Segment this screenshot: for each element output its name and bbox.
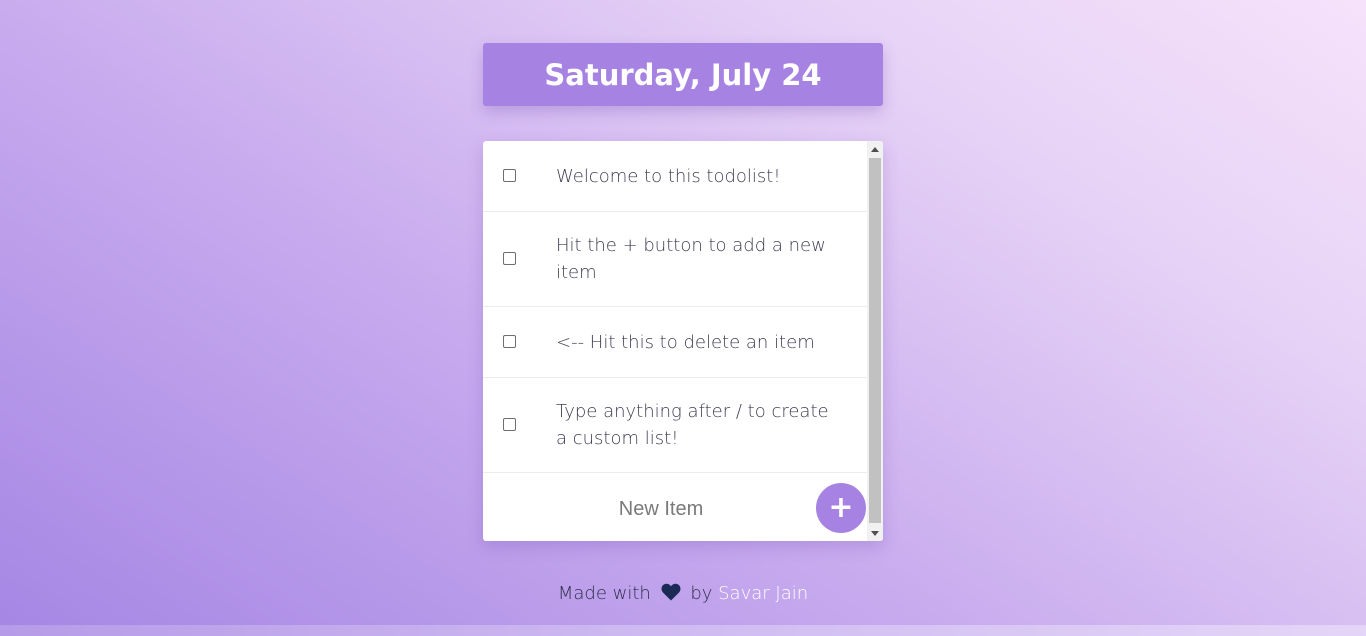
date-header: Saturday, July 24 [483,43,883,106]
scrollbar-thumb[interactable] [869,158,881,523]
new-item-input[interactable] [483,490,839,528]
list-item: <-- Hit this to delete an item [483,307,867,378]
item-checkbox[interactable] [503,335,516,348]
todo-list-panel: Welcome to this todolist! Hit the + butt… [483,141,883,541]
footer-made-with: Made with [557,583,651,604]
footer-by: by [690,583,713,604]
heart-icon [661,583,681,606]
list-item: Type anything after / to create a custom… [483,378,867,473]
footer: Made with by Savar Jain [0,583,1366,606]
item-text: Hit the + button to add a new item [556,235,826,283]
scroll-up-arrow-icon[interactable] [867,141,883,157]
item-text: <-- Hit this to delete an item [556,331,815,353]
new-item-row: + [483,473,867,541]
item-checkbox[interactable] [503,252,516,265]
list-scrollbar[interactable] [867,141,883,541]
item-checkbox[interactable] [503,418,516,431]
todo-list: Welcome to this todolist! Hit the + butt… [483,141,867,541]
scroll-down-arrow-icon[interactable] [867,525,883,541]
list-item: Welcome to this todolist! [483,141,867,212]
item-checkbox[interactable] [503,169,516,182]
bottom-strip [0,625,1366,636]
add-item-button[interactable]: + [816,483,866,533]
author-link[interactable]: Savar Jain [718,583,808,604]
item-text: Welcome to this todolist! [556,165,781,187]
page-title: Saturday, July 24 [544,57,822,92]
list-item: Hit the + button to add a new item [483,212,867,307]
item-text: Type anything after / to create a custom… [556,401,829,449]
